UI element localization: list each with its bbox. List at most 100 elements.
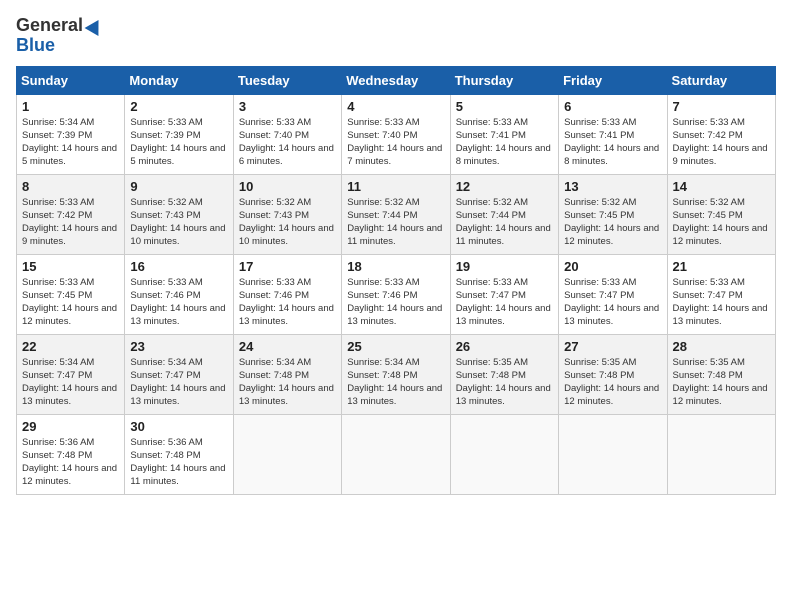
calendar-cell: 4 Sunrise: 5:33 AMSunset: 7:40 PMDayligh… [342,94,450,174]
calendar-cell [559,414,667,494]
calendar-cell [450,414,558,494]
logo-general: General [16,16,83,36]
calendar-cell [667,414,775,494]
calendar-cell: 12 Sunrise: 5:32 AMSunset: 7:44 PMDaylig… [450,174,558,254]
day-number: 4 [347,99,444,114]
day-number: 25 [347,339,444,354]
calendar-cell: 30 Sunrise: 5:36 AMSunset: 7:48 PMDaylig… [125,414,233,494]
calendar-cell: 18 Sunrise: 5:33 AMSunset: 7:46 PMDaylig… [342,254,450,334]
day-info: Sunrise: 5:33 AMSunset: 7:40 PMDaylight:… [239,117,334,168]
calendar-cell: 26 Sunrise: 5:35 AMSunset: 7:48 PMDaylig… [450,334,558,414]
day-info: Sunrise: 5:33 AMSunset: 7:45 PMDaylight:… [22,277,117,328]
day-number: 24 [239,339,336,354]
weekday-header-friday: Friday [559,66,667,94]
day-info: Sunrise: 5:33 AMSunset: 7:41 PMDaylight:… [564,117,659,168]
calendar-cell: 20 Sunrise: 5:33 AMSunset: 7:47 PMDaylig… [559,254,667,334]
calendar-cell: 28 Sunrise: 5:35 AMSunset: 7:48 PMDaylig… [667,334,775,414]
calendar-cell: 15 Sunrise: 5:33 AMSunset: 7:45 PMDaylig… [17,254,125,334]
calendar-cell: 5 Sunrise: 5:33 AMSunset: 7:41 PMDayligh… [450,94,558,174]
calendar-week-4: 22 Sunrise: 5:34 AMSunset: 7:47 PMDaylig… [17,334,776,414]
day-info: Sunrise: 5:32 AMSunset: 7:44 PMDaylight:… [347,197,442,248]
day-number: 6 [564,99,661,114]
header: General Blue [16,16,776,56]
day-info: Sunrise: 5:33 AMSunset: 7:40 PMDaylight:… [347,117,442,168]
calendar-cell: 8 Sunrise: 5:33 AMSunset: 7:42 PMDayligh… [17,174,125,254]
weekday-header-thursday: Thursday [450,66,558,94]
day-info: Sunrise: 5:33 AMSunset: 7:46 PMDaylight:… [239,277,334,328]
weekday-header-tuesday: Tuesday [233,66,341,94]
day-number: 19 [456,259,553,274]
day-number: 13 [564,179,661,194]
day-number: 5 [456,99,553,114]
day-number: 27 [564,339,661,354]
day-info: Sunrise: 5:34 AMSunset: 7:48 PMDaylight:… [239,357,334,408]
day-info: Sunrise: 5:33 AMSunset: 7:47 PMDaylight:… [673,277,768,328]
day-number: 3 [239,99,336,114]
day-number: 21 [673,259,770,274]
day-info: Sunrise: 5:36 AMSunset: 7:48 PMDaylight:… [22,437,117,488]
weekday-header-row: SundayMondayTuesdayWednesdayThursdayFrid… [17,66,776,94]
day-info: Sunrise: 5:32 AMSunset: 7:45 PMDaylight:… [673,197,768,248]
day-number: 23 [130,339,227,354]
day-info: Sunrise: 5:35 AMSunset: 7:48 PMDaylight:… [456,357,551,408]
day-info: Sunrise: 5:33 AMSunset: 7:47 PMDaylight:… [456,277,551,328]
day-info: Sunrise: 5:34 AMSunset: 7:47 PMDaylight:… [130,357,225,408]
calendar-cell [233,414,341,494]
calendar-cell: 9 Sunrise: 5:32 AMSunset: 7:43 PMDayligh… [125,174,233,254]
day-number: 11 [347,179,444,194]
day-number: 29 [22,419,119,434]
day-info: Sunrise: 5:33 AMSunset: 7:39 PMDaylight:… [130,117,225,168]
calendar-cell: 19 Sunrise: 5:33 AMSunset: 7:47 PMDaylig… [450,254,558,334]
logo-blue: Blue [16,36,55,56]
day-number: 8 [22,179,119,194]
calendar-cell: 23 Sunrise: 5:34 AMSunset: 7:47 PMDaylig… [125,334,233,414]
day-number: 30 [130,419,227,434]
day-info: Sunrise: 5:33 AMSunset: 7:47 PMDaylight:… [564,277,659,328]
weekday-header-sunday: Sunday [17,66,125,94]
day-number: 22 [22,339,119,354]
day-number: 20 [564,259,661,274]
calendar-cell: 17 Sunrise: 5:33 AMSunset: 7:46 PMDaylig… [233,254,341,334]
day-info: Sunrise: 5:33 AMSunset: 7:42 PMDaylight:… [673,117,768,168]
day-info: Sunrise: 5:32 AMSunset: 7:44 PMDaylight:… [456,197,551,248]
calendar-week-5: 29 Sunrise: 5:36 AMSunset: 7:48 PMDaylig… [17,414,776,494]
calendar-table: SundayMondayTuesdayWednesdayThursdayFrid… [16,66,776,495]
calendar-cell: 2 Sunrise: 5:33 AMSunset: 7:39 PMDayligh… [125,94,233,174]
day-number: 9 [130,179,227,194]
day-number: 1 [22,99,119,114]
calendar-cell [342,414,450,494]
day-number: 18 [347,259,444,274]
day-info: Sunrise: 5:33 AMSunset: 7:46 PMDaylight:… [347,277,442,328]
calendar-cell: 14 Sunrise: 5:32 AMSunset: 7:45 PMDaylig… [667,174,775,254]
day-info: Sunrise: 5:34 AMSunset: 7:47 PMDaylight:… [22,357,117,408]
logo: General Blue [16,16,103,56]
calendar-cell: 6 Sunrise: 5:33 AMSunset: 7:41 PMDayligh… [559,94,667,174]
day-info: Sunrise: 5:32 AMSunset: 7:43 PMDaylight:… [239,197,334,248]
day-info: Sunrise: 5:34 AMSunset: 7:39 PMDaylight:… [22,117,117,168]
day-info: Sunrise: 5:32 AMSunset: 7:43 PMDaylight:… [130,197,225,248]
day-number: 17 [239,259,336,274]
calendar-cell: 13 Sunrise: 5:32 AMSunset: 7:45 PMDaylig… [559,174,667,254]
calendar-cell: 11 Sunrise: 5:32 AMSunset: 7:44 PMDaylig… [342,174,450,254]
day-number: 14 [673,179,770,194]
calendar-week-2: 8 Sunrise: 5:33 AMSunset: 7:42 PMDayligh… [17,174,776,254]
calendar-week-3: 15 Sunrise: 5:33 AMSunset: 7:45 PMDaylig… [17,254,776,334]
day-info: Sunrise: 5:36 AMSunset: 7:48 PMDaylight:… [130,437,225,488]
day-number: 2 [130,99,227,114]
weekday-header-saturday: Saturday [667,66,775,94]
day-info: Sunrise: 5:32 AMSunset: 7:45 PMDaylight:… [564,197,659,248]
calendar-cell: 10 Sunrise: 5:32 AMSunset: 7:43 PMDaylig… [233,174,341,254]
calendar-cell: 29 Sunrise: 5:36 AMSunset: 7:48 PMDaylig… [17,414,125,494]
day-number: 7 [673,99,770,114]
logo-icon [85,16,106,36]
calendar-week-1: 1 Sunrise: 5:34 AMSunset: 7:39 PMDayligh… [17,94,776,174]
weekday-header-wednesday: Wednesday [342,66,450,94]
day-number: 15 [22,259,119,274]
calendar-cell: 16 Sunrise: 5:33 AMSunset: 7:46 PMDaylig… [125,254,233,334]
day-number: 10 [239,179,336,194]
calendar-cell: 7 Sunrise: 5:33 AMSunset: 7:42 PMDayligh… [667,94,775,174]
calendar-cell: 25 Sunrise: 5:34 AMSunset: 7:48 PMDaylig… [342,334,450,414]
day-info: Sunrise: 5:35 AMSunset: 7:48 PMDaylight:… [564,357,659,408]
calendar-cell: 22 Sunrise: 5:34 AMSunset: 7:47 PMDaylig… [17,334,125,414]
weekday-header-monday: Monday [125,66,233,94]
